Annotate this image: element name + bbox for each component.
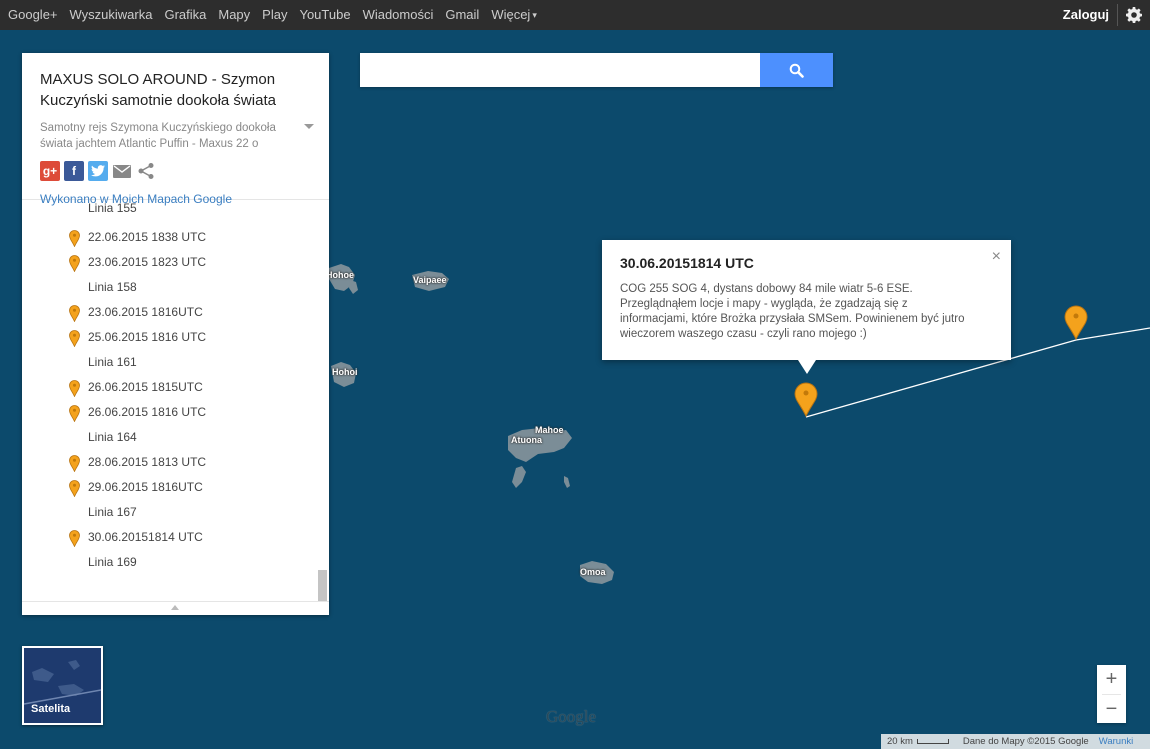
map-data-attribution: Dane do Mapy ©2015 Google — [962, 736, 1089, 747]
list-item-label: 26.06.2015 1815UTC — [88, 380, 203, 394]
island-motane-shape — [564, 476, 570, 488]
map-description[interactable]: Samotny rejs Szymona Kuczyńskiego dookoł… — [40, 120, 314, 152]
line-list-item[interactable]: Linia 158 — [22, 275, 329, 300]
zoom-out-button[interactable]: − — [1097, 695, 1126, 724]
search-input[interactable] — [360, 53, 760, 87]
scrollbar-thumb[interactable] — [318, 570, 327, 602]
more-caret-icon[interactable]: ▾ — [532, 10, 537, 21]
email-icon[interactable] — [112, 161, 132, 181]
line-list-item[interactable]: Linia 169 — [22, 550, 329, 575]
map-title: MAXUS SOLO AROUND - Szymon Kuczyński sam… — [40, 71, 276, 109]
top-nav-link[interactable]: YouTube — [293, 0, 356, 30]
island-label: Atuona — [511, 435, 542, 445]
top-nav-link[interactable]: Gmail — [439, 0, 485, 30]
login-link[interactable]: Zaloguj — [1055, 0, 1117, 30]
island-label: Mahoe — [535, 425, 564, 435]
satellite-toggle-button[interactable]: Satelita — [22, 646, 103, 725]
island-label: Vaipaee — [413, 275, 447, 285]
satellite-label: Satelita — [31, 703, 71, 715]
google-plus-icon[interactable]: g+ — [40, 161, 60, 181]
zoom-control: + − — [1097, 665, 1126, 723]
point-list-item[interactable]: 23.06.2015 1823 UTC — [22, 250, 329, 275]
search-icon — [789, 63, 804, 78]
top-nav-link[interactable]: Play — [256, 0, 293, 30]
twitter-icon[interactable] — [88, 161, 108, 181]
line-list-item[interactable]: Linia 167 — [22, 500, 329, 525]
list-item-label: 25.06.2015 1816 UTC — [88, 330, 207, 344]
island-label: Hohoi — [332, 367, 358, 377]
top-right: Zaloguj — [1055, 0, 1150, 30]
list-item-label: 26.06.2015 1816 UTC — [88, 405, 207, 419]
panel-collapse-bar[interactable] — [22, 601, 329, 615]
point-list-item[interactable]: 30.06.20151814 UTC — [22, 525, 329, 550]
top-nav-link[interactable]: Wiadomości — [357, 0, 440, 30]
scale-label: 20 km — [887, 736, 913, 747]
settings-gear-icon[interactable] — [1118, 0, 1150, 30]
info-window: 30.06.20151814 UTC COG 255 SOG 4, dystan… — [602, 240, 1011, 374]
island-hohoe-islet — [349, 280, 358, 294]
island-tahuata-shape — [512, 466, 526, 488]
top-nav-link[interactable]: Wyszukiwarka — [64, 0, 159, 30]
list-item-label: 23.06.2015 1816UTC — [88, 305, 203, 319]
top-nav-link[interactable]: Grafika — [158, 0, 212, 30]
search-button[interactable] — [760, 53, 833, 87]
route-marker-previous[interactable] — [1064, 305, 1088, 341]
list-item-label: Linia 155 — [88, 201, 137, 215]
list-item-label: 30.06.20151814 UTC — [88, 530, 203, 544]
scrollbar-track[interactable] — [318, 200, 327, 605]
list-item-label: Linia 169 — [88, 555, 137, 569]
close-icon[interactable]: × — [992, 248, 1001, 266]
list-item-label: Linia 164 — [88, 430, 137, 444]
search-box — [360, 53, 833, 87]
google-logo: Google — [546, 707, 597, 726]
list-item-label: 22.06.2015 1838 UTC — [88, 230, 207, 244]
list-item-label: Linia 167 — [88, 505, 137, 519]
map-legend-panel: MAXUS SOLO AROUND - Szymon Kuczyński sam… — [22, 53, 329, 615]
point-list-item[interactable]: 23.06.2015 1816UTC — [22, 300, 329, 325]
point-list-item[interactable]: 28.06.2015 1813 UTC — [22, 450, 329, 475]
route-marker-current[interactable] — [794, 382, 818, 418]
scale-bar — [916, 739, 949, 744]
line-list-item[interactable]: Linia 161 — [22, 350, 329, 375]
list-item-label: 28.06.2015 1813 UTC — [88, 455, 207, 469]
terms-link[interactable]: Warunki — [1099, 736, 1134, 747]
info-window-title: 30.06.20151814 UTC — [620, 255, 754, 271]
map-attribution-bar: 20 km Dane do Mapy ©2015 Google Warunki — [881, 734, 1150, 749]
share-bar: g+ f — [40, 161, 311, 181]
top-nav: Google+ Wyszukiwarka Grafika Mapy Play YouTub… — [0, 0, 537, 30]
list-item-label: Linia 161 — [88, 355, 137, 369]
map-description-text: Samotny rejs Szymona Kuczyńskiego dookoł… — [40, 122, 276, 150]
top-nav-link[interactable]: Google+ — [0, 0, 64, 30]
panel-header: MAXUS SOLO AROUND - Szymon Kuczyński sam… — [22, 53, 329, 206]
line-list-item[interactable]: Linia 164 — [22, 425, 329, 450]
list-item-label: 29.06.2015 1816UTC — [88, 480, 203, 494]
point-list-item[interactable]: 25.06.2015 1816 UTC — [22, 325, 329, 350]
point-list-item[interactable]: 22.06.2015 1838 UTC — [22, 225, 329, 250]
line-list-item[interactable]: Linia 155 — [22, 200, 329, 221]
point-list-item[interactable]: 29.06.2015 1816UTC — [22, 475, 329, 500]
island-label: Omoa — [580, 567, 606, 577]
google-top-bar: Google+ Wyszukiwarka Grafika Mapy Play YouTub… — [0, 0, 1150, 30]
share-icon[interactable] — [136, 161, 156, 181]
zoom-in-button[interactable]: + — [1097, 665, 1126, 694]
point-list-item[interactable]: 26.06.2015 1815UTC — [22, 375, 329, 400]
islands — [329, 264, 614, 584]
point-list-item[interactable]: 26.06.2015 1816 UTC — [22, 400, 329, 425]
facebook-icon[interactable]: f — [64, 161, 84, 181]
layer-item-list: Linia 155 22.06.2015 1838 UTC 23.06.2015 1… — [22, 200, 329, 597]
expand-caret-icon[interactable] — [304, 124, 314, 129]
top-nav-link[interactable]: Mapy — [212, 0, 256, 30]
collapse-arrow-icon[interactable] — [171, 605, 179, 610]
info-window-tail — [798, 360, 816, 374]
list-item-label: 23.06.2015 1823 UTC — [88, 255, 207, 269]
list-item-label: Linia 158 — [88, 280, 137, 294]
info-window-body: COG 255 SOG 4, dystans dobowy 84 mile wi… — [620, 283, 965, 340]
island-label: Hohoe — [326, 270, 354, 280]
top-nav-link[interactable]: Więcej — [485, 0, 536, 30]
